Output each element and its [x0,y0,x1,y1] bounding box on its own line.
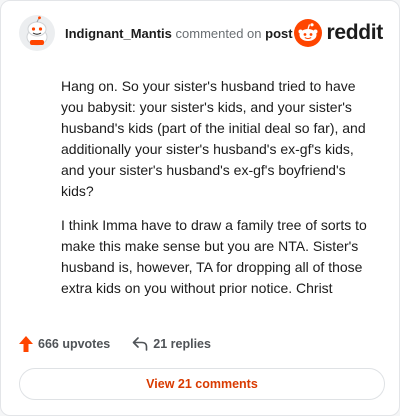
comment-body: Hang on. So your sister's husband tried … [61,76,375,312]
replies-button[interactable]: 21 replies [132,337,211,351]
comment-paragraph: I think Imma have to draw a family tree … [61,217,367,296]
user-avatar-icon[interactable] [19,15,55,51]
comment-stats: 666 upvotes 21 replies [19,333,211,355]
comment-card: Indignant_Mantis commented on post reddi… [0,0,400,416]
post-link[interactable]: post [265,26,292,41]
view-comments-button[interactable]: View 21 comments [19,368,385,400]
reddit-snoo-icon [294,19,323,47]
reddit-wordmark: reddit [326,21,383,44]
username-link[interactable]: Indignant_Mantis [65,26,172,41]
reply-count: 21 replies [153,337,211,351]
reddit-logo[interactable]: reddit [294,17,383,49]
comment-meta: Indignant_Mantis commented on post [65,26,293,41]
reply-arrow-icon [132,337,148,351]
arrow-up-icon [19,336,33,352]
upvote-count: 666 upvotes [38,337,111,351]
comment-paragraph: Hang on. So your sister's husband tried … [61,78,366,199]
upvote-button[interactable]: 666 upvotes [19,336,110,352]
action-text: commented on [175,26,262,41]
comment-header: Indignant_Mantis commented on post reddi… [19,15,383,55]
